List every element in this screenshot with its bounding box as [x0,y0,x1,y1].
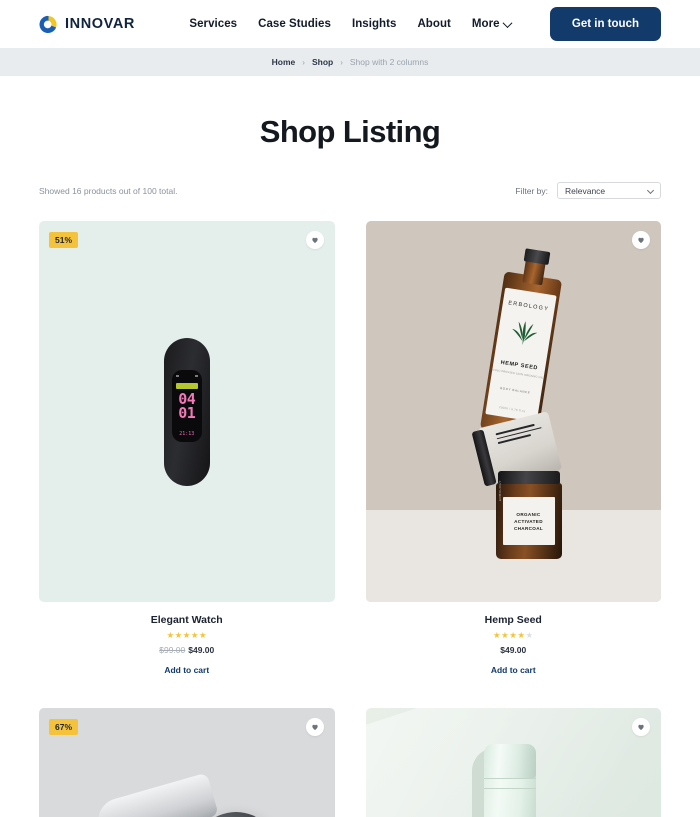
product-image[interactable]: ERBOLOGY HEMP SEED COLD PRESSED 100% ORG… [365,221,661,602]
tumbler-art [471,743,536,817]
chevron-down-icon [646,186,655,195]
nav-item-about[interactable]: About [417,18,450,30]
breadcrumb-separator-icon: › [340,57,343,67]
wishlist-button[interactable] [305,231,324,249]
rating-stars: ★★★★★ [366,631,662,640]
wishlist-button[interactable] [305,717,324,736]
jar-label-line1: ORGANIC [516,511,541,517]
chevron-down-icon [502,17,513,28]
star-icon: ★ [182,630,191,640]
breadcrumb-separator-icon: › [302,57,305,67]
bottle-brand-text: ERBOLOGY [507,300,549,313]
product-info: Hemp Seed ★★★★★ $49.00 Add to cart [366,602,662,678]
product-card[interactable]: 67% [39,707,335,817]
discount-badge: 51% [49,232,79,248]
jar-label-line3: CHARCOAL [513,525,544,531]
nav-item-insights[interactable]: Insights [352,18,397,30]
star-icon: ★ [198,630,208,640]
breadcrumb-shop[interactable]: Shop [312,57,333,67]
add-to-cart-button[interactable]: Add to cart [491,665,536,675]
product-card[interactable]: ERBOLOGY HEMP SEED COLD PRESSED 100% ORG… [365,221,662,678]
product-image[interactable] [365,707,661,817]
rating-stars: ★★★★★ [39,631,335,640]
product-grid: 51% 04 01 21:13 Elegant Watch ★★★★★ $99.… [0,221,700,817]
band-screen-sub: 21:13 [179,430,195,437]
breadcrumb-home[interactable]: Home [272,57,296,67]
fitness-band-art: 04 01 21:13 [163,337,210,486]
star-icon: ★ [501,630,510,640]
shop-listing-page: INNOVAR Services Case Studies Insights A… [0,0,700,817]
heart-icon [638,724,644,730]
product-image[interactable]: 67% [39,707,335,817]
breadcrumb: Home › Shop › Shop with 2 columns [0,48,700,76]
result-count: Showed 16 products out of 100 total. [39,185,178,196]
product-name[interactable]: Hemp Seed [366,614,662,626]
get-in-touch-button[interactable]: Get in touch [549,7,661,41]
smart-watch-art [93,764,279,817]
charcoal-jar-art: ERBOLOGY ORGANIC ACTIVATED CHARCOAL [495,471,562,559]
page-title-wrap: Shop Listing [0,76,700,150]
innovar-logo-icon [39,15,58,34]
product-image[interactable]: 51% 04 01 21:13 [39,221,335,602]
filter-label: Filter by: [515,185,548,196]
star-icon: ★ [174,630,183,640]
star-icon: ★ [492,630,502,640]
star-icon: ★ [190,630,199,640]
bottle-volume-text: 200ml / 6.76 fl.oz [498,405,526,414]
nav-item-more[interactable]: More [471,17,513,30]
nav-item-case-studies[interactable]: Case Studies [258,18,331,30]
wishlist-button[interactable] [632,231,650,249]
breadcrumb-current: Shop with 2 columns [349,57,429,67]
price-new: $49.00 [188,644,215,655]
bottle-sub2-text: BODY BALANCE [499,386,531,395]
nav-item-more-label: More [471,18,500,30]
hemp-oil-bottle-art: ERBOLOGY HEMP SEED COLD PRESSED 100% ORG… [479,246,565,439]
price-new: $49.00 [500,644,527,655]
nav-item-services[interactable]: Services [189,18,237,30]
brand-logo[interactable]: INNOVAR [39,15,135,34]
page-title: Shop Listing [259,114,441,149]
filter-select[interactable]: Relevance [557,182,661,199]
price-row: $49.00 [366,645,662,655]
band-time-min: 01 [178,403,196,422]
discount-badge: 67% [49,718,79,735]
product-info: Elegant Watch ★★★★★ $99.00 $49.00 Add to … [39,602,335,678]
wishlist-button[interactable] [632,717,650,736]
hemp-leaf-icon [506,318,540,353]
site-header: INNOVAR Services Case Studies Insights A… [0,0,700,48]
jar-label-line2: ACTIVATED [514,518,543,524]
heart-icon [311,724,318,730]
heart-icon [311,237,318,243]
product-name[interactable]: Elegant Watch [39,614,335,626]
filter-select-value: Relevance [565,185,606,196]
shop-toolbar: Showed 16 products out of 100 total. Fil… [0,182,700,199]
filter-group: Filter by: Relevance [515,182,661,199]
heart-icon [638,237,644,243]
star-icon: ★ [525,630,534,640]
price-row: $99.00 $49.00 [39,645,335,655]
price-old: $99.00 [159,644,186,655]
jar-side-text: ERBOLOGY [497,480,502,501]
brand-name: INNOVAR [65,16,135,32]
product-card[interactable]: 51% 04 01 21:13 Elegant Watch ★★★★★ $99.… [39,221,335,678]
star-icon: ★ [166,630,175,640]
product-card[interactable] [365,707,661,817]
add-to-cart-button[interactable]: Add to cart [164,665,209,675]
